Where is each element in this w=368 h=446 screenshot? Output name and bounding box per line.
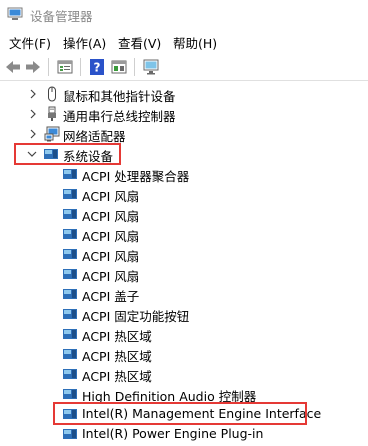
menu-action[interactable]: 操作(A) (63, 33, 106, 52)
device-item[interactable]: High Definition Audio 控制器 (0, 384, 368, 404)
device-item[interactable]: Intel(R) Power Engine Plug-in (0, 424, 368, 444)
chevron-right-icon[interactable] (28, 129, 38, 139)
highlight-box-device (53, 402, 307, 425)
system-device-icon (63, 429, 77, 439)
device-manager-icon (7, 7, 23, 20)
tree-category-network[interactable]: 网络适配器 (0, 124, 368, 144)
mouse-icon (48, 86, 56, 102)
chevron-right-icon[interactable] (28, 109, 38, 119)
device-item[interactable]: ACPI 风扇 (0, 184, 368, 204)
device-label: ACPI 风扇 (82, 209, 140, 224)
device-item[interactable]: ACPI 风扇 (0, 224, 368, 244)
device-label: ACPI 风扇 (82, 229, 140, 244)
system-device-icon (63, 169, 77, 179)
help-icon[interactable]: ? (88, 58, 106, 76)
device-label: ACPI 风扇 (82, 189, 140, 204)
toolbar: ? (0, 54, 368, 81)
device-item[interactable]: ACPI 热区域 (0, 364, 368, 384)
device-item[interactable]: ACPI 风扇 (0, 244, 368, 264)
device-label: ACPI 风扇 (82, 249, 140, 264)
tree-category-mouse[interactable]: 鼠标和其他指针设备 (0, 84, 368, 104)
title-bar: 设备管理器 (0, 0, 368, 30)
device-item[interactable]: ACPI 固定功能按钮 (0, 304, 368, 324)
system-device-icon (63, 389, 77, 399)
tree-category-label: 鼠标和其他指针设备 (63, 89, 176, 104)
menu-help[interactable]: 帮助(H) (173, 33, 217, 52)
system-device-icon (63, 269, 77, 279)
device-item[interactable]: ACPI 热区域 (0, 344, 368, 364)
toolbar-separator (134, 58, 135, 76)
device-item[interactable]: ACPI 盖子 (0, 284, 368, 304)
network-adapter-icon (44, 126, 60, 142)
device-label: ACPI 处理器聚合器 (82, 169, 190, 184)
device-item[interactable]: ACPI 处理器聚合器 (0, 164, 368, 184)
tree-category-usb[interactable]: 通用串行总线控制器 (0, 104, 368, 124)
system-device-icon (63, 229, 77, 239)
device-label: ACPI 热区域 (82, 349, 152, 364)
menu-view[interactable]: 查看(V) (118, 33, 161, 52)
properties-icon[interactable] (56, 58, 74, 76)
system-device-icon (63, 189, 77, 199)
device-item[interactable]: ACPI 风扇 (0, 264, 368, 284)
monitor-icon[interactable] (142, 58, 160, 76)
system-device-icon (63, 289, 77, 299)
device-label: Intel(R) Power Engine Plug-in (82, 426, 264, 441)
window-title: 设备管理器 (30, 9, 93, 24)
device-item[interactable]: ACPI 热区域 (0, 324, 368, 344)
system-device-icon (63, 249, 77, 259)
system-device-icon (63, 329, 77, 339)
forward-icon[interactable] (24, 58, 42, 76)
menu-bar: 文件(F) 操作(A) 查看(V) 帮助(H) (0, 30, 368, 52)
svg-text:?: ? (94, 61, 101, 75)
device-tree: 鼠标和其他指针设备 通用串行总线控制器 网络适配器 系统设备 ACPI 处理器聚… (0, 81, 368, 446)
toolbar-separator (48, 58, 49, 76)
system-device-icon (63, 369, 77, 379)
menu-file[interactable]: 文件(F) (9, 33, 51, 52)
device-label: ACPI 盖子 (82, 289, 140, 304)
system-device-icon (63, 349, 77, 359)
device-label: ACPI 热区域 (82, 369, 152, 384)
device-label: ACPI 风扇 (82, 269, 140, 284)
device-label: ACPI 固定功能按钮 (82, 309, 190, 324)
system-device-icon (63, 309, 77, 319)
device-item[interactable]: ACPI 风扇 (0, 204, 368, 224)
toolbar-separator (80, 58, 81, 76)
tree-category-label: 通用串行总线控制器 (63, 109, 176, 124)
device-label: ACPI 热区域 (82, 329, 152, 344)
system-device-icon (63, 209, 77, 219)
highlight-box-system-devices (14, 143, 121, 165)
usb-icon (48, 106, 56, 121)
view-icon[interactable] (110, 58, 128, 76)
back-icon[interactable] (4, 58, 22, 76)
chevron-right-icon[interactable] (28, 89, 38, 99)
